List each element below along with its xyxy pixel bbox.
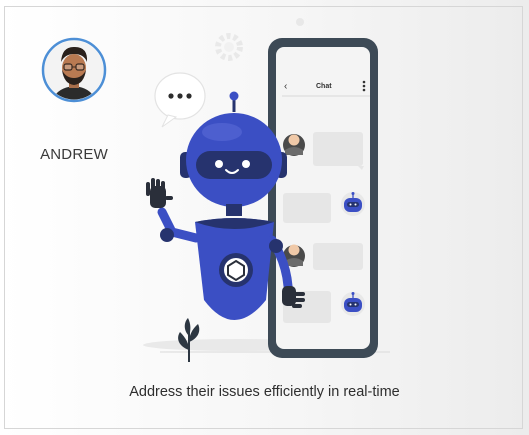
message-row-user bbox=[283, 243, 363, 270]
gear-icon bbox=[215, 33, 243, 61]
phone-mockup: ‹ Chat bbox=[268, 38, 378, 358]
kebab-menu-icon[interactable] bbox=[362, 80, 366, 92]
chat-header-title: Chat bbox=[316, 83, 332, 90]
slide-caption: Address their issues efficiently in real… bbox=[129, 384, 400, 400]
decor-dot bbox=[296, 18, 304, 26]
waving-hand bbox=[146, 178, 173, 208]
back-icon[interactable]: ‹ bbox=[284, 81, 287, 92]
speech-bubble-dots-icon bbox=[154, 72, 206, 128]
user-avatar[interactable] bbox=[40, 36, 108, 134]
avatar-portrait bbox=[41, 37, 107, 103]
user-name: ANDREW bbox=[40, 146, 108, 163]
onboarding-slide: ‹ Chat ANDREW Address their issues effic… bbox=[0, 0, 529, 435]
